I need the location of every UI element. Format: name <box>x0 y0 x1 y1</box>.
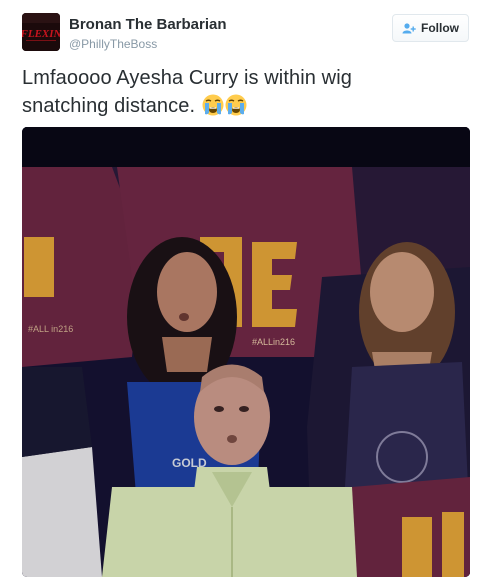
crowd-photo-image: #ALL in216 #ALLin216 GOLD <box>22 127 470 577</box>
tweet-text: Lmfaoooo Ayesha Curry is within wig snat… <box>22 64 472 120</box>
tweet-photo[interactable]: #ALL in216 #ALLin216 GOLD <box>22 127 470 577</box>
avatar[interactable]: FLEXIN <box>22 13 60 51</box>
loudly-crying-face-icon <box>225 94 247 116</box>
user-username[interactable]: @PhillyTheBoss <box>69 37 157 51</box>
avatar-text: FLEXIN <box>22 28 60 40</box>
tweet-text-line1: Lmfaoooo Ayesha Curry is within wig <box>22 67 352 89</box>
tweet-text-line2: snatching distance. <box>22 95 196 117</box>
tweet-card: FLEXIN Bronan The Barbarian @PhillyTheBo… <box>0 0 495 584</box>
add-user-icon <box>402 22 416 34</box>
loudly-crying-face-icon <box>202 94 224 116</box>
flexin-logo-avatar: FLEXIN <box>22 13 60 51</box>
follow-button[interactable]: Follow <box>392 14 469 42</box>
user-fullname[interactable]: Bronan The Barbarian <box>69 16 227 33</box>
follow-button-label: Follow <box>421 21 459 35</box>
